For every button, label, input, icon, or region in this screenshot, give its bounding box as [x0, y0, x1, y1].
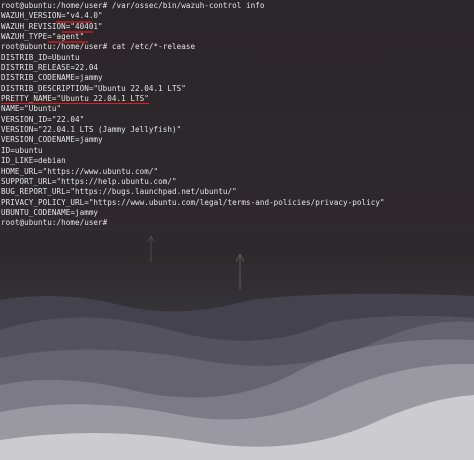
terminal-line: VERSION_CODENAME=jammy	[1, 135, 103, 145]
terminal-line: WAZUH_VERSION="v4.4.0"	[1, 11, 103, 21]
terminal-output[interactable]: root@ubuntu:/home/user# /var/ossec/bin/w…	[0, 0, 474, 460]
terminal-line: root@ubuntu:/home/user# cat /etc/*-relea…	[1, 42, 196, 52]
terminal-line: DISTRIB_CODENAME=jammy	[1, 73, 103, 83]
terminal-line: WAZUH_REVISION="40401"	[1, 21, 103, 31]
terminal-line: root@ubuntu:/home/user# /var/ossec/bin/w…	[1, 1, 265, 10]
terminal-line: NAME="Ubuntu"	[1, 104, 62, 114]
terminal-line: BUG_REPORT_URL="https://bugs.launchpad.n…	[1, 187, 237, 197]
terminal-line: UBUNTU_CODENAME=jammy	[1, 207, 99, 217]
terminal-line: SUPPORT_URL="https://help.ubuntu.com/"	[1, 176, 177, 186]
terminal-line: WAZUH_TYPE="agent"	[1, 32, 85, 42]
terminal-line: VERSION="22.04.1 LTS (Jammy Jellyfish)"	[1, 125, 182, 135]
terminal-line: DISTRIB_RELEASE=22.04	[1, 63, 99, 73]
terminal-line: DISTRIB_ID=Ubuntu	[1, 52, 80, 62]
terminal-line: VERSION_ID="22.04"	[1, 114, 85, 124]
terminal-line: ID=ubuntu	[1, 145, 43, 155]
terminal-line: HOME_URL="https://www.ubuntu.com/"	[1, 166, 159, 176]
terminal-line: ID_LIKE=debian	[1, 156, 66, 166]
pretty-name-text: PRETTY_NAME="Ubuntu 22.04.1 LTS"	[1, 94, 149, 105]
terminal-line: PRIVACY_POLICY_URL="https://www.ubuntu.c…	[1, 197, 385, 207]
terminal-line-highlighted: PRETTY_NAME="Ubuntu 22.04.1 LTS"	[0, 94, 474, 105]
terminal-line: DISTRIB_DESCRIPTION="Ubuntu 22.04.1 LTS"	[1, 83, 186, 93]
terminal-prompt[interactable]: root@ubuntu:/home/user#	[0, 218, 474, 228]
